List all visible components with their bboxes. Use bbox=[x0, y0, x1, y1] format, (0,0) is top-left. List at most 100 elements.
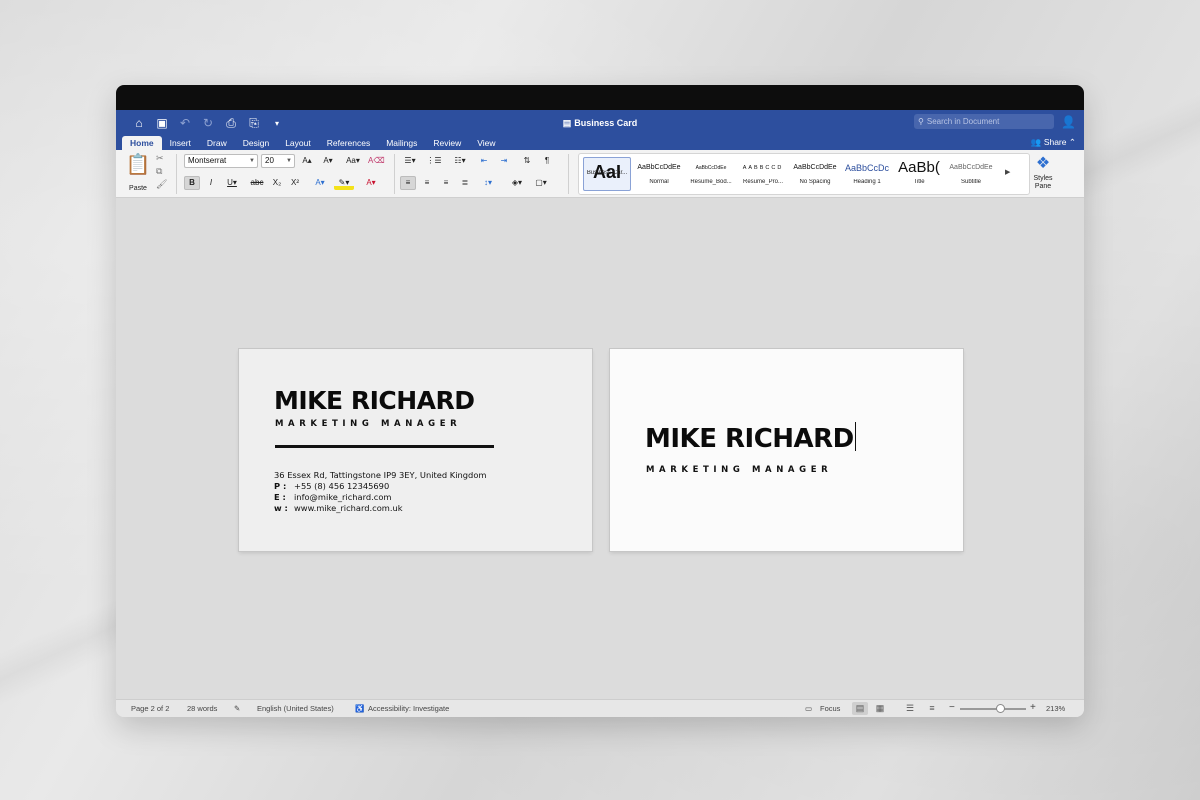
print-preview-icon[interactable]: ⎘ bbox=[247, 116, 261, 131]
ribbon-tabs: Home Insert Draw Design Layout Reference… bbox=[116, 136, 1084, 150]
tab-draw[interactable]: Draw bbox=[199, 136, 235, 150]
web-layout-icon[interactable]: ▦ bbox=[872, 702, 888, 715]
business-card-back[interactable]: MIKE RICHARD MARKETING MANAGER 36 Essex … bbox=[239, 349, 592, 551]
page-indicator[interactable]: Page 2 of 2 bbox=[131, 704, 169, 713]
accessibility-status[interactable]: Accessibility: Investigate bbox=[368, 704, 449, 713]
language-indicator[interactable]: English (United States) bbox=[257, 704, 334, 713]
undo-icon[interactable]: ↶ bbox=[178, 116, 192, 130]
strikethrough-icon[interactable]: abc bbox=[248, 176, 266, 190]
text-cursor bbox=[854, 422, 856, 451]
cut-icon[interactable]: ✂ bbox=[156, 153, 167, 164]
tab-references[interactable]: References bbox=[319, 136, 378, 150]
print-layout-icon[interactable]: ▤ bbox=[852, 702, 868, 715]
tab-review[interactable]: Review bbox=[425, 136, 469, 150]
underline-icon[interactable]: U▾ bbox=[222, 176, 242, 190]
paste-button[interactable]: 📋 Paste bbox=[124, 153, 152, 195]
zoom-slider[interactable] bbox=[960, 708, 1026, 710]
card-job-title: MARKETING MANAGER bbox=[646, 465, 833, 475]
style-title[interactable]: AaBb( Title bbox=[895, 157, 943, 191]
tab-view[interactable]: View bbox=[469, 136, 503, 150]
zoom-slider-handle[interactable] bbox=[996, 704, 1005, 713]
clear-formatting-icon[interactable]: A⌫ bbox=[368, 154, 385, 168]
customize-toolbar-icon[interactable]: ▾ bbox=[270, 119, 284, 128]
bullets-icon[interactable]: ☰▾ bbox=[400, 154, 420, 168]
card-email-row: E : info@mike_richard.com bbox=[274, 492, 392, 502]
zoom-in-icon[interactable]: + bbox=[1030, 702, 1036, 713]
focus-icon[interactable]: ▭ bbox=[805, 704, 812, 713]
tab-mailings[interactable]: Mailings bbox=[378, 136, 425, 150]
document-title-text: Business Card bbox=[574, 117, 638, 128]
zoom-level[interactable]: 213% bbox=[1046, 704, 1065, 713]
tab-home[interactable]: Home bbox=[122, 136, 162, 150]
font-color-icon[interactable]: A▾ bbox=[360, 176, 382, 190]
document-canvas[interactable]: MIKE RICHARD MARKETING MANAGER 36 Essex … bbox=[116, 198, 1084, 699]
align-center-icon[interactable]: ≡ bbox=[419, 176, 435, 190]
zoom-out-icon[interactable]: − bbox=[949, 702, 955, 713]
style-name: Subtitle bbox=[960, 179, 981, 185]
gallery-more-icon[interactable]: ▶ bbox=[1005, 168, 1010, 176]
style-normal[interactable]: AaBbCcDdEe Normal bbox=[635, 157, 683, 191]
status-bar: Page 2 of 2 28 words ✎ English (United S… bbox=[116, 699, 1084, 717]
bold-icon[interactable]: B bbox=[184, 176, 200, 190]
sort-icon[interactable]: ⇅ bbox=[518, 154, 536, 168]
tab-insert[interactable]: Insert bbox=[162, 136, 199, 150]
multilevel-list-icon[interactable]: ☷▾ bbox=[450, 154, 470, 168]
show-formatting-icon[interactable]: ¶ bbox=[540, 154, 554, 168]
outline-view-icon[interactable]: ☰ bbox=[902, 702, 918, 715]
tab-design[interactable]: Design bbox=[235, 136, 277, 150]
line-spacing-icon[interactable]: ↕▾ bbox=[478, 176, 498, 190]
chevron-down-icon[interactable]: ▼ bbox=[249, 155, 255, 167]
align-right-icon[interactable]: ≡ bbox=[438, 176, 454, 190]
copy-icon[interactable]: ⧉ bbox=[156, 166, 167, 177]
business-card-front[interactable]: MIKE RICHARD MARKETING MANAGER bbox=[610, 349, 963, 551]
styles-pane-button[interactable]: ❖ Styles Pane bbox=[1023, 153, 1063, 191]
decrease-indent-icon[interactable]: ⇤ bbox=[476, 154, 492, 168]
document-icon: ▤ bbox=[562, 117, 572, 128]
style-name: Heading 1 bbox=[853, 179, 881, 185]
card-job-title: MARKETING MANAGER bbox=[275, 419, 462, 429]
style-subtitle[interactable]: AaBbCcDdEe Subtitle bbox=[947, 157, 995, 191]
style-preview: AaBbCcDdEe bbox=[695, 165, 727, 171]
font-size-value: 20 bbox=[265, 156, 274, 165]
justify-icon[interactable]: ≣ bbox=[457, 176, 473, 190]
increase-indent-icon[interactable]: ⇥ bbox=[496, 154, 512, 168]
focus-button[interactable]: Focus bbox=[820, 704, 840, 713]
chevron-up-icon[interactable]: ⌃ bbox=[1069, 137, 1076, 147]
search-input[interactable] bbox=[926, 117, 1037, 126]
style-name: No Spacing bbox=[799, 179, 831, 185]
font-name-field[interactable]: Montserrat ▼ bbox=[184, 154, 258, 168]
style-resume-pro[interactable]: AABBCCD Resume_Pro... bbox=[739, 157, 787, 191]
italic-icon[interactable]: I bbox=[204, 176, 218, 190]
share-button[interactable]: 👥 Share ⌃ bbox=[1031, 136, 1076, 149]
change-case-icon[interactable]: Aa▾ bbox=[342, 154, 364, 168]
style-business-card[interactable]: AaI Business Car... bbox=[583, 157, 631, 191]
redo-icon[interactable]: ↻ bbox=[201, 116, 215, 130]
shrink-font-icon[interactable]: A▾ bbox=[319, 154, 337, 168]
superscript-icon[interactable]: X² bbox=[288, 176, 302, 190]
chevron-down-icon[interactable]: ▼ bbox=[286, 155, 292, 167]
subscript-icon[interactable]: X₂ bbox=[270, 176, 284, 190]
align-left-icon[interactable]: ≡ bbox=[400, 176, 416, 190]
shading-icon[interactable]: ◈▾ bbox=[508, 176, 526, 190]
style-heading-1[interactable]: AaBbCcDc Heading 1 bbox=[843, 157, 891, 191]
account-icon[interactable]: 👤 bbox=[1061, 115, 1076, 129]
grow-font-icon[interactable]: A▴ bbox=[298, 154, 316, 168]
format-painter-icon[interactable]: 🖌 bbox=[156, 179, 167, 190]
proofing-icon[interactable]: ✎ bbox=[234, 704, 240, 713]
word-count[interactable]: 28 words bbox=[187, 704, 217, 713]
style-no-spacing[interactable]: AaBbCcDdEe No Spacing bbox=[791, 157, 839, 191]
borders-icon[interactable]: ▢▾ bbox=[530, 176, 552, 190]
draft-view-icon[interactable]: ≡ bbox=[924, 702, 940, 715]
text-effects-icon[interactable]: A▾ bbox=[310, 176, 330, 190]
home-icon[interactable]: ⌂ bbox=[132, 116, 146, 130]
style-name: Resume_Pro... bbox=[742, 179, 784, 185]
print-icon[interactable]: ⎙ bbox=[224, 116, 238, 131]
save-icon[interactable]: ▣ bbox=[155, 116, 169, 130]
font-size-field[interactable]: 20 ▼ bbox=[261, 154, 295, 168]
tab-layout[interactable]: Layout bbox=[277, 136, 319, 150]
highlight-icon[interactable]: ✎▾ bbox=[334, 176, 354, 190]
numbering-icon[interactable]: ⋮☰ bbox=[424, 154, 444, 168]
search-box[interactable]: ⚲ bbox=[914, 114, 1054, 129]
style-resume-body[interactable]: AaBbCcDdEe Resume_Bod... bbox=[687, 157, 735, 191]
phone-value: +55 (8) 456 12345690 bbox=[294, 481, 390, 491]
